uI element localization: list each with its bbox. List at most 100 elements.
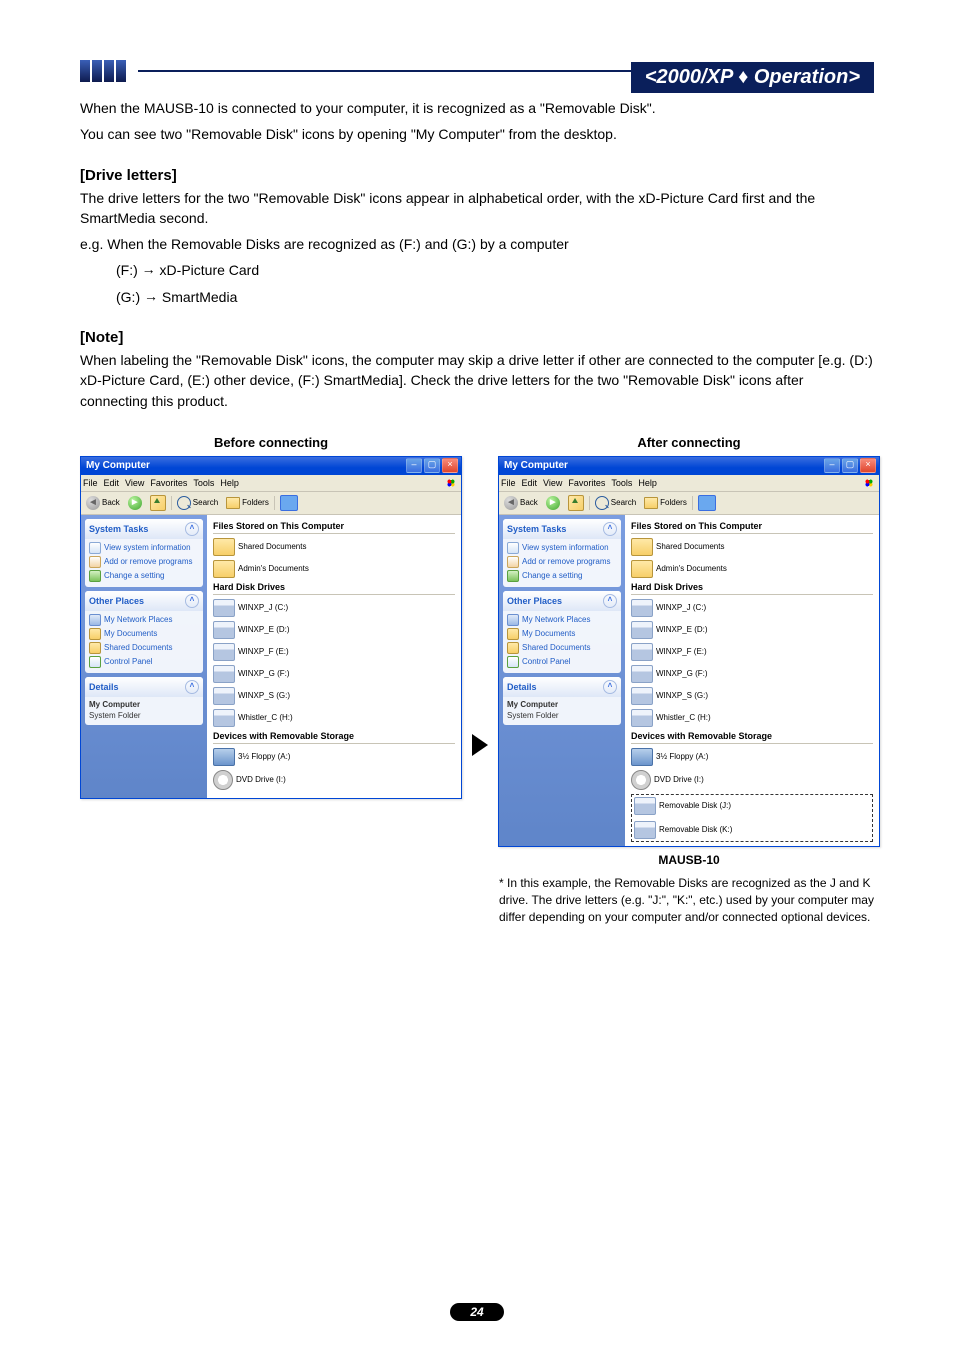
menu-view[interactable]: View — [125, 478, 144, 488]
folder-up-icon — [568, 495, 584, 511]
search-icon — [595, 496, 609, 510]
drive-item[interactable]: Whistler_C (H:) — [631, 709, 751, 727]
link-network-places[interactable]: My Network Places — [507, 614, 617, 626]
other-places-header[interactable]: Other Places˄ — [503, 591, 621, 611]
details-header[interactable]: Details˄ — [85, 677, 203, 697]
section-drive-letters-heading: [Drive letters] — [80, 167, 874, 184]
drive-item[interactable]: WINXP_E (D:) — [631, 621, 751, 639]
views-icon — [698, 495, 716, 511]
note-paragraph: When labeling the "Removable Disk" icons… — [80, 350, 874, 411]
item-removable-disk-k[interactable]: Removable Disk (K:) — [634, 821, 754, 839]
arrow-icon: → — [142, 259, 156, 279]
logo-icon — [80, 60, 126, 82]
link-control-panel[interactable]: Control Panel — [89, 656, 199, 668]
views-button[interactable] — [695, 494, 719, 512]
hdd-icon — [213, 665, 235, 683]
drive-item[interactable]: WINXP_E (D:) — [213, 621, 333, 639]
up-button[interactable] — [147, 494, 169, 512]
details-header[interactable]: Details˄ — [503, 677, 621, 697]
link-change-setting[interactable]: Change a setting — [507, 570, 617, 582]
system-tasks-header[interactable]: System Tasks˄ — [503, 519, 621, 539]
views-button[interactable] — [277, 494, 301, 512]
link-network-places[interactable]: My Network Places — [89, 614, 199, 626]
content-pane: Files Stored on This Computer Shared Doc… — [207, 515, 461, 798]
forward-button[interactable]: ► — [125, 495, 145, 511]
details-title: My Computer — [507, 700, 617, 709]
up-button[interactable] — [565, 494, 587, 512]
link-my-documents[interactable]: My Documents — [507, 628, 617, 640]
link-add-remove[interactable]: Add or remove programs — [89, 556, 199, 568]
maximize-button[interactable]: ▢ — [842, 458, 858, 473]
search-button[interactable]: Search — [174, 495, 221, 511]
link-system-info[interactable]: View system information — [507, 542, 617, 554]
minimize-button[interactable]: – — [824, 458, 840, 473]
before-caption: Before connecting — [214, 435, 328, 450]
drive-item[interactable]: WINXP_G (F:) — [631, 665, 751, 683]
menu-tools[interactable]: Tools — [611, 478, 632, 488]
link-change-setting[interactable]: Change a setting — [89, 570, 199, 582]
views-icon — [280, 495, 298, 511]
folder-up-icon — [150, 495, 166, 511]
item-removable-disk-j[interactable]: Removable Disk (J:) — [634, 797, 754, 815]
item-shared-documents[interactable]: Shared Documents — [213, 538, 333, 556]
menu-view[interactable]: View — [543, 478, 562, 488]
menu-file[interactable]: File — [501, 478, 516, 488]
hdd-icon — [213, 687, 235, 705]
menu-favorites[interactable]: Favorites — [568, 478, 605, 488]
item-admins-documents[interactable]: Admin's Documents — [213, 560, 333, 578]
link-system-info[interactable]: View system information — [89, 542, 199, 554]
menu-edit[interactable]: Edit — [522, 478, 538, 488]
menu-tools[interactable]: Tools — [193, 478, 214, 488]
other-places-header[interactable]: Other Places˄ — [85, 591, 203, 611]
system-tasks-header[interactable]: System Tasks˄ — [85, 519, 203, 539]
toolbar: ◄Back ► Search Folders — [499, 492, 879, 515]
minimize-button[interactable]: – — [406, 458, 422, 473]
link-my-documents[interactable]: My Documents — [89, 628, 199, 640]
folders-button[interactable]: Folders — [223, 496, 272, 510]
drive-item[interactable]: WINXP_S (G:) — [631, 687, 751, 705]
item-floppy[interactable]: 3½ Floppy (A:) — [213, 748, 333, 766]
drive-item[interactable]: WINXP_G (F:) — [213, 665, 333, 683]
link-shared-documents[interactable]: Shared Documents — [89, 642, 199, 654]
drive-item[interactable]: WINXP_F (E:) — [213, 643, 333, 661]
item-admins-documents[interactable]: Admin's Documents — [631, 560, 751, 578]
category-files: Files Stored on This Computer — [631, 521, 873, 534]
menu-edit[interactable]: Edit — [104, 478, 120, 488]
after-caption: After connecting — [637, 435, 740, 450]
forward-button[interactable]: ► — [543, 495, 563, 511]
drive-item[interactable]: WINXP_J (C:) — [631, 599, 751, 617]
link-control-panel[interactable]: Control Panel — [507, 656, 617, 668]
menu-file[interactable]: File — [83, 478, 98, 488]
close-button[interactable]: × — [860, 458, 876, 473]
item-floppy[interactable]: 3½ Floppy (A:) — [631, 748, 751, 766]
drive-item[interactable]: WINXP_J (C:) — [213, 599, 333, 617]
section-note-heading: [Note] — [80, 329, 874, 346]
drive-item[interactable]: Whistler_C (H:) — [213, 709, 333, 727]
category-files: Files Stored on This Computer — [213, 521, 455, 534]
item-dvd[interactable]: DVD Drive (I:) — [213, 770, 333, 790]
back-button[interactable]: ◄Back — [501, 495, 541, 511]
menu-favorites[interactable]: Favorites — [150, 478, 187, 488]
close-button[interactable]: × — [442, 458, 458, 473]
gear-icon — [89, 570, 101, 582]
menu-help[interactable]: Help — [638, 478, 657, 488]
item-shared-documents[interactable]: Shared Documents — [631, 538, 751, 556]
chevron-icon: ˄ — [603, 522, 617, 536]
menu-help[interactable]: Help — [220, 478, 239, 488]
box-icon — [89, 556, 101, 568]
chevron-icon: ˄ — [185, 594, 199, 608]
link-add-remove[interactable]: Add or remove programs — [507, 556, 617, 568]
search-button[interactable]: Search — [592, 495, 639, 511]
drive-item[interactable]: WINXP_S (G:) — [213, 687, 333, 705]
chevron-icon: ˄ — [603, 594, 617, 608]
item-dvd[interactable]: DVD Drive (I:) — [631, 770, 751, 790]
highlighted-removable-disks: Removable Disk (J:) Removable Disk (K:) — [631, 794, 873, 842]
windows-flag-icon — [443, 476, 459, 490]
page-header: <2000/XP ♦ Operation> — [80, 60, 874, 82]
folders-button[interactable]: Folders — [641, 496, 690, 510]
back-button[interactable]: ◄Back — [83, 495, 123, 511]
link-shared-documents[interactable]: Shared Documents — [507, 642, 617, 654]
side-pane: System Tasks˄ View system information Ad… — [81, 515, 207, 798]
drive-item[interactable]: WINXP_F (E:) — [631, 643, 751, 661]
maximize-button[interactable]: ▢ — [424, 458, 440, 473]
